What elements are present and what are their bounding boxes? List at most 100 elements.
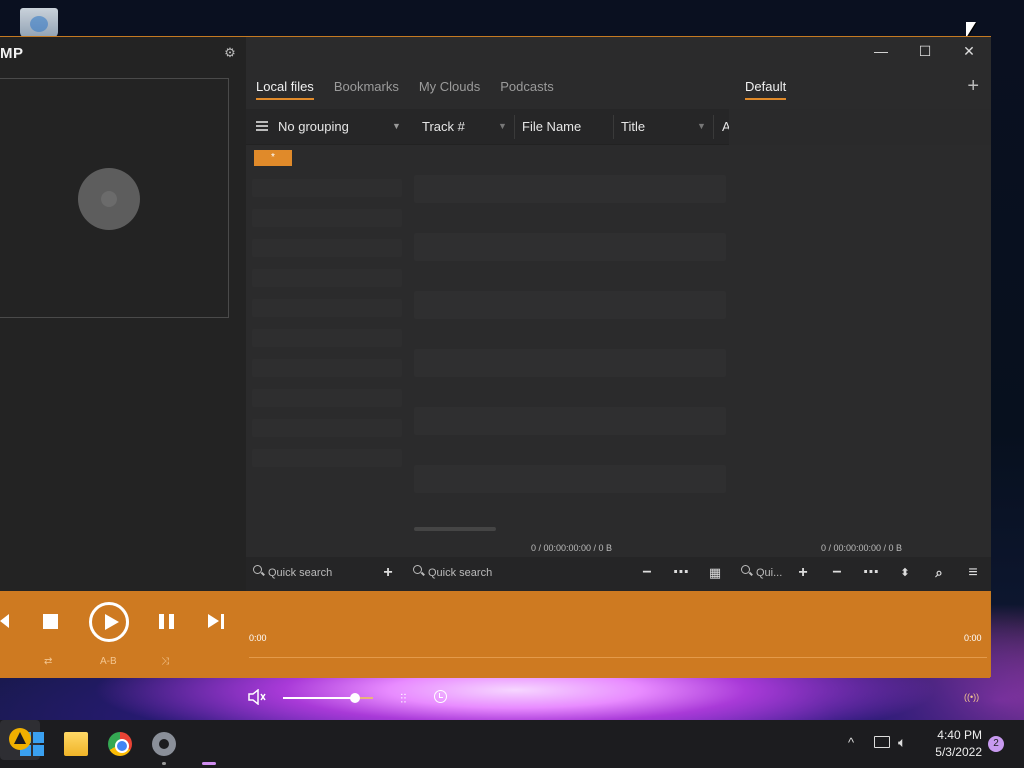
remove-button[interactable]: − xyxy=(637,563,657,583)
placeholder-row xyxy=(252,179,402,197)
repeat-icon[interactable]: ⇄ xyxy=(44,656,52,667)
scheduler-icon[interactable] xyxy=(434,690,447,703)
radio-icon[interactable]: ((•)) xyxy=(964,692,979,702)
playlist-pane: — ☐ ✕ Local files Bookmarks My Clouds Po… xyxy=(246,37,991,591)
active-indicator xyxy=(202,762,216,765)
group-badge[interactable]: * xyxy=(254,150,292,166)
aimp-window: MP ⚙ — ☐ ✕ Local files Bookmarks My Clou… xyxy=(0,36,991,706)
gear-icon[interactable]: ⚙ xyxy=(223,46,237,60)
volume-icon[interactable] xyxy=(248,688,266,710)
placeholder-row xyxy=(252,299,402,317)
tab-bookmarks[interactable]: Bookmarks xyxy=(334,79,399,100)
window-controls: — ☐ ✕ xyxy=(859,37,991,65)
ab-repeat-button[interactable]: A-B xyxy=(100,656,117,667)
playlist-status: 0 / 00:00:00:00 / 0 B xyxy=(821,543,903,553)
album-cover-frame xyxy=(0,78,229,318)
library-status: 0 / 00:00:00:00 / 0 B xyxy=(531,543,613,553)
minimize-button[interactable]: — xyxy=(859,37,903,65)
tab-my-clouds[interactable]: My Clouds xyxy=(419,79,480,100)
grid-icon[interactable]: ▦ xyxy=(705,563,725,583)
maximize-button[interactable]: ☐ xyxy=(903,37,947,65)
more-icon[interactable]: ⋯ xyxy=(671,563,691,583)
placeholder-row xyxy=(414,175,726,203)
add-button[interactable]: + xyxy=(378,563,398,583)
stop-button[interactable] xyxy=(43,614,58,629)
file-explorer-icon[interactable] xyxy=(64,732,88,756)
time-total: 0:00 xyxy=(964,633,982,643)
volume-knob[interactable] xyxy=(350,693,360,703)
placeholder-row xyxy=(252,239,402,257)
network-icon[interactable] xyxy=(874,736,890,748)
next-icon[interactable] xyxy=(208,614,224,629)
chevron-up-icon[interactable]: ^ xyxy=(848,735,854,750)
equalizer-icon[interactable]: ⫶⫶ xyxy=(400,691,407,707)
add-to-playlist-button[interactable]: + xyxy=(793,563,813,583)
recycle-bin-icon[interactable] xyxy=(20,8,58,38)
library-search-input[interactable]: Quick search xyxy=(268,567,332,579)
placeholder-row xyxy=(414,291,726,319)
placeholder-row xyxy=(252,209,402,227)
menu-icon[interactable]: ≡ xyxy=(963,563,983,583)
placeholder-row xyxy=(414,349,726,377)
time-elapsed: 0:00 xyxy=(249,633,267,643)
column-divider[interactable] xyxy=(613,115,614,139)
placeholder-row xyxy=(252,329,402,347)
column-title[interactable]: Title xyxy=(621,119,645,134)
player-bar: ⇄ A-B ⤨ 0:00 0:00 ⫶⫶ ((•)) xyxy=(0,591,990,706)
app-logo: MP xyxy=(0,45,24,62)
horizontal-scrollbar[interactable] xyxy=(414,527,496,531)
album-art-pane: MP ⚙ xyxy=(0,37,246,591)
taskbar-date[interactable]: 5/3/2022 xyxy=(930,745,982,759)
search-icon[interactable]: ⌕ xyxy=(929,563,949,583)
filter-icon[interactable]: ▼ xyxy=(498,121,507,131)
tab-local-files[interactable]: Local files xyxy=(256,79,314,100)
volume-slider[interactable] xyxy=(283,693,373,703)
speaker-icon[interactable]: 🔈︎ xyxy=(898,734,906,751)
pause-button[interactable] xyxy=(159,614,174,629)
aimp-icon xyxy=(9,728,31,750)
placeholder-row xyxy=(252,419,402,437)
playlist-search-input[interactable]: Qui... xyxy=(756,567,782,579)
seek-bar[interactable] xyxy=(249,657,987,658)
add-playlist-button[interactable]: + xyxy=(967,75,979,98)
tab-podcasts[interactable]: Podcasts xyxy=(500,79,553,100)
search-icon xyxy=(253,565,265,577)
play-button[interactable] xyxy=(89,602,129,642)
column-file-name[interactable]: File Name xyxy=(522,119,581,134)
disc-icon xyxy=(78,168,140,230)
tab-playlist-default[interactable]: Default xyxy=(745,79,787,100)
chevron-down-icon[interactable]: ▼ xyxy=(392,121,401,131)
more-icon[interactable]: ⋯ xyxy=(861,563,881,583)
column-divider[interactable] xyxy=(713,115,714,139)
placeholder-row xyxy=(414,233,726,261)
placeholder-row xyxy=(414,465,726,493)
search-toolbar: Quick search + Quick search − ⋯ ▦ Qui...… xyxy=(246,557,991,591)
menu-icon[interactable] xyxy=(256,121,268,131)
search-icon xyxy=(741,565,753,577)
playlist-header xyxy=(729,109,991,145)
sort-icon[interactable]: ⬍ xyxy=(895,563,915,583)
close-button[interactable]: ✕ xyxy=(947,37,991,65)
filter-icon[interactable]: ▼ xyxy=(697,121,706,131)
grouping-dropdown[interactable]: No grouping xyxy=(278,119,349,134)
placeholder-row xyxy=(252,359,402,377)
files-search-input[interactable]: Quick search xyxy=(428,567,492,579)
search-icon xyxy=(413,565,425,577)
previous-icon[interactable] xyxy=(0,614,9,628)
source-tabs: Local files Bookmarks My Clouds Podcasts xyxy=(256,79,554,100)
shuffle-icon[interactable]: ⤨ xyxy=(161,656,169,667)
running-indicator xyxy=(162,762,166,765)
volume-fill xyxy=(283,697,355,699)
notification-badge[interactable]: 2 xyxy=(988,736,1004,752)
column-track-number[interactable]: Track # xyxy=(422,119,465,134)
taskbar-time[interactable]: 4:40 PM xyxy=(930,728,982,742)
chrome-icon[interactable] xyxy=(108,732,132,756)
placeholder-row xyxy=(252,449,402,467)
taskbar: ^ 🔈︎ 4:40 PM 5/3/2022 2 xyxy=(0,720,1024,768)
placeholder-row xyxy=(252,269,402,287)
placeholder-row xyxy=(252,389,402,407)
placeholder-row xyxy=(414,407,726,435)
settings-icon[interactable] xyxy=(152,732,176,756)
column-divider[interactable] xyxy=(514,115,515,139)
remove-from-playlist-button[interactable]: − xyxy=(827,563,847,583)
